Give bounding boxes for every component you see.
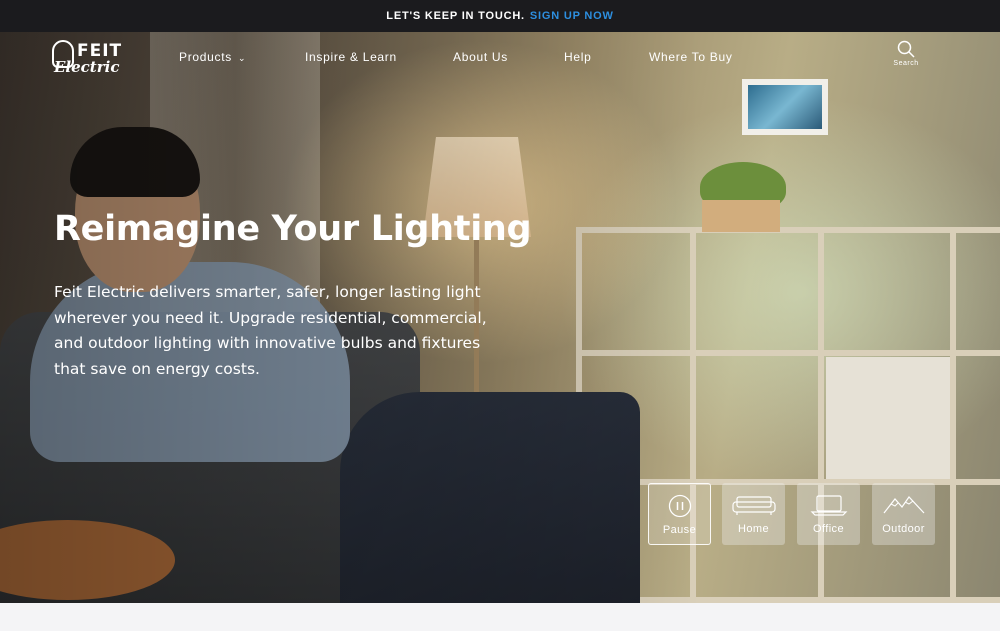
- sofa-icon: [731, 496, 776, 515]
- below-hero-section: [0, 603, 1000, 631]
- search-button[interactable]: Search: [888, 40, 924, 67]
- pause-button[interactable]: Pause: [648, 483, 711, 545]
- nav-help[interactable]: Help: [564, 50, 591, 64]
- scene-outdoor-button[interactable]: Outdoor: [872, 483, 935, 545]
- search-icon: [897, 40, 915, 58]
- sign-up-link[interactable]: SIGN UP NOW: [530, 10, 614, 22]
- mountains-icon: [883, 496, 924, 514]
- nav-inspire-learn[interactable]: Inspire & Learn: [305, 50, 397, 64]
- hero-headline: Reimagine Your Lighting: [54, 209, 532, 249]
- hero-description: Feit Electric delivers smarter, safer, l…: [54, 283, 487, 378]
- logo-word-2: Electric: [54, 58, 120, 76]
- laptop-icon: [810, 495, 847, 516]
- nav-about-us[interactable]: About Us: [453, 50, 508, 64]
- chevron-down-icon: ⌄: [237, 53, 247, 63]
- search-label: Search: [893, 60, 919, 67]
- feit-electric-logo[interactable]: FEIT Electric: [52, 40, 138, 76]
- main-nav: FEIT Electric Products ⌄ Inspire & Learn …: [0, 32, 1000, 82]
- announcement-bar: LET'S KEEP IN TOUCH. SIGN UP NOW: [0, 0, 1000, 32]
- pause-label: Pause: [662, 524, 697, 536]
- office-label: Office: [813, 523, 844, 535]
- home-label: Home: [738, 523, 769, 535]
- pause-icon: [668, 494, 691, 518]
- nav-products-label: Products: [179, 50, 232, 64]
- announcement-text: LET'S KEEP IN TOUCH.: [386, 10, 525, 22]
- scene-home-button[interactable]: Home: [722, 483, 785, 545]
- scene-office-button[interactable]: Office: [797, 483, 860, 545]
- nav-where-to-buy[interactable]: Where To Buy: [649, 50, 733, 64]
- nav-products[interactable]: Products ⌄: [179, 50, 246, 64]
- outdoor-label: Outdoor: [882, 523, 925, 535]
